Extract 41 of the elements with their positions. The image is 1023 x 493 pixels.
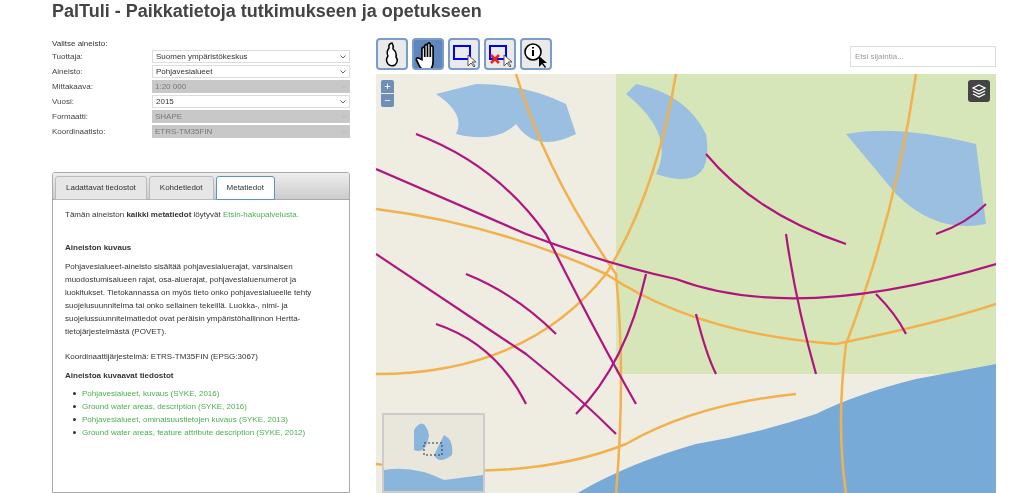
map-view[interactable]: + − [376,74,996,493]
dropdown[interactable]: 2015 [152,95,350,108]
section-heading: Aineiston kuvaus [65,242,133,254]
search-field[interactable]: Etsi sijaintia... [850,45,996,67]
field-label: Tuottaja: [52,50,84,63]
map-tool-button[interactable] [448,38,480,70]
intro-text: Tämän aineiston kaikki metatiedot löytyvät Etsin-hakupalvelusta. [65,209,300,221]
zoom-in-button[interactable]: + [381,80,394,93]
tab[interactable]: Ladattavat tiedostot [55,176,147,200]
page-title: PalTuli - Paikkatietoja tutkimukseen ja opetukseen [52,1,483,23]
layers-button[interactable] [968,80,990,102]
coordinate-system-text: Koordinaattijärjestelmä: ETRS-TM35FIN (EPSG:3067) [65,351,259,363]
caret-icon [340,54,346,59]
field-label: Aineisto: [52,65,84,78]
file-link[interactable]: Pohjavesialueet, ominaisuustietojen kuvaus (SYKE, 2013) [82,413,288,426]
field-label: Mittakaava: [52,80,94,93]
file-link[interactable]: Ground water areas, description (SYKE, 2016) [82,400,247,413]
field-label: Formaatti: [52,110,89,123]
file-link[interactable]: Pohjavesialueet, kuvaus (SYKE, 2016) [82,387,220,400]
layers-icon [972,84,986,98]
bullet-icon [73,405,76,408]
map-tool-button[interactable] [484,38,516,70]
description-text: Pohjavesialueet-aineisto sisältää pohjavesialuerajat, varsinaisen muodostumisalueen rajat, osa-aluerajat, pohjavesialuenumerot ja luokitukset. Tietokannassa on myös tieto onko pohjavesialueelle tehty suojelusuunnitelma tai onko sellainen tekeillä. Luokka-, nimi- ja suojelussuunnitelmatiedot ovat peräisin ympäristöhallinnon Hertta-tietojärjestelmästä (POVET). [65,261,313,338]
etsin-link[interactable]: Etsin-hakupalvelusta. [222,210,299,219]
caret-icon [340,99,346,104]
tab[interactable]: Kohdetiedot [148,176,214,200]
form-heading: Valitse aineisto: [52,38,109,50]
field-label: Vuosi: [52,95,75,108]
dropdown[interactable]: Suomen ympäristökeskus [152,50,350,63]
field-label: Koordinaatisto: [52,125,107,138]
file-link[interactable]: Ground water areas, feature attribute description (SYKE, 2012) [82,426,306,439]
dropdown[interactable]: Pohjavesialueet [152,65,350,78]
tab[interactable]: Metatiedot [215,176,275,200]
section-heading: Aineistoa kuvaavat tiedostot [65,370,175,382]
caret-icon [340,69,346,74]
bullet-icon [73,418,76,421]
map-tool-button[interactable] [520,38,552,70]
zoom-out-button[interactable]: − [381,94,394,107]
bullet-icon [73,431,76,434]
bullet-icon [73,392,76,395]
map-tool-button[interactable] [412,38,444,70]
